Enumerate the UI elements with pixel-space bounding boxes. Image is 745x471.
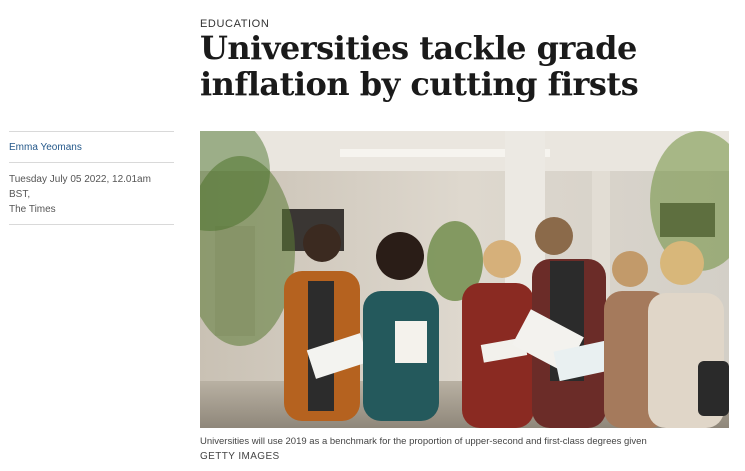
publish-date: Tuesday July 05 2022, 12.01am BST, <box>9 174 151 200</box>
article-photo <box>200 131 729 428</box>
photo-caption: Universities will use 2019 as a benchmar… <box>200 436 647 447</box>
photo-credit: GETTY IMAGES <box>200 451 280 462</box>
byline: Emma Yeomans Tuesday July 05 2022, 12.01… <box>9 131 174 225</box>
article-headline: Universities tackle grade inflation by c… <box>200 29 639 103</box>
divider <box>9 224 174 225</box>
dateline: Tuesday July 05 2022, 12.01am BST, The T… <box>9 163 174 224</box>
publication-name: The Times <box>9 204 56 215</box>
author-link[interactable]: Emma Yeomans <box>9 132 174 162</box>
